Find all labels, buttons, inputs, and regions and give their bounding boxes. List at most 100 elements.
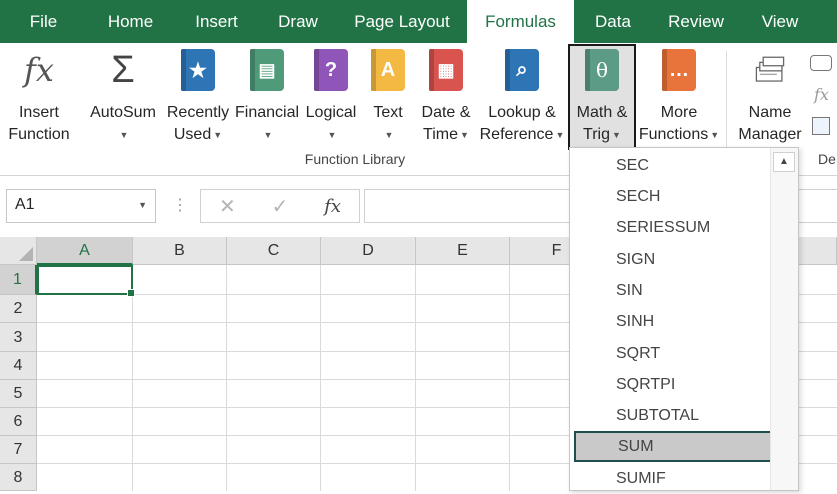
math-trig-label-2: Trig [583, 126, 611, 144]
date-time-button[interactable]: ▦ Date & Time ▼ [416, 49, 476, 146]
text-label: Text [373, 104, 403, 121]
name-manager-button[interactable]: Name Manager [732, 49, 808, 146]
tab-data[interactable]: Data [574, 0, 652, 43]
enter-icon[interactable]: ✓ [272, 194, 289, 219]
gridline [132, 265, 133, 491]
column-header-c[interactable]: C [227, 237, 321, 265]
name-box-value: A1 [15, 196, 35, 213]
more-functions-label-1: More [660, 104, 698, 121]
insert-function-button[interactable]: fx Insert Function [4, 49, 74, 146]
recently-used-label-2: Used [173, 126, 212, 144]
chevron-down-icon: ▼ [263, 130, 273, 140]
autosum-button[interactable]: Σ AutoSum ▼ [84, 49, 162, 146]
create-from-selection-icon[interactable] [812, 117, 830, 135]
more-book-icon: … [662, 49, 696, 91]
name-box[interactable]: A1 ▼ [6, 189, 156, 223]
function-item-sum[interactable]: SUM [574, 431, 774, 462]
defined-names-group-label: De [818, 151, 836, 167]
chevron-down-icon: ▼ [555, 130, 565, 140]
chevron-down-icon: ▼ [327, 130, 337, 140]
date-time-label-2: Time [423, 126, 459, 144]
tab-review[interactable]: Review [652, 0, 740, 43]
coins-book-icon: ▤ [250, 49, 284, 91]
function-item-sin[interactable]: SIN [574, 275, 774, 306]
gridline [226, 265, 227, 491]
column-header-b[interactable]: B [133, 237, 227, 265]
dropdown-scrollbar[interactable]: ▲ [770, 148, 798, 490]
tab-insert[interactable]: Insert [174, 0, 259, 43]
chevron-down-icon: ▼ [612, 130, 621, 140]
calendar-book-icon: ▦ [429, 49, 463, 91]
row-header-6[interactable]: 6 [0, 408, 37, 436]
row-header-5[interactable]: 5 [0, 380, 37, 408]
row-header-1[interactable]: 1 [0, 265, 37, 295]
question-book-icon: ? [314, 49, 348, 91]
function-item-sinh[interactable]: SINH [574, 306, 774, 337]
lookup-reference-label-2: Reference [479, 126, 554, 144]
chevron-down-icon: ▼ [384, 130, 394, 140]
recently-used-label-1: Recently [166, 104, 230, 121]
chevron-down-icon: ▼ [710, 130, 720, 140]
tab-page-layout[interactable]: Page Layout [337, 0, 467, 43]
function-item-sech[interactable]: SECH [574, 181, 774, 212]
fx-icon: fx [24, 51, 54, 89]
function-item-seriessum[interactable]: SERIESSUM [574, 212, 774, 243]
name-manager-icon [753, 49, 787, 91]
formula-buttons: ✕ ✓ fx [200, 189, 360, 223]
function-item-sec[interactable]: SEC [574, 150, 774, 181]
use-in-formula-icon[interactable]: fx [814, 85, 829, 104]
cancel-icon[interactable]: ✕ [219, 194, 236, 219]
select-all-button[interactable] [0, 237, 37, 265]
function-item-sqrt[interactable]: SQRT [574, 338, 774, 369]
chevron-down-icon[interactable]: ▼ [138, 200, 147, 210]
lookup-reference-label-1: Lookup & [488, 104, 556, 121]
column-header-d[interactable]: D [321, 237, 416, 265]
row-header-3[interactable]: 3 [0, 323, 37, 352]
function-item-sign[interactable]: SIGN [574, 244, 774, 275]
recently-used-button[interactable]: ★ Recently Used ▼ [163, 49, 233, 146]
sigma-icon: Σ [111, 48, 135, 91]
logical-button[interactable]: ? Logical ▼ [301, 49, 361, 146]
star-book-icon: ★ [181, 49, 215, 91]
active-cell-a1[interactable] [37, 265, 135, 297]
define-name-icon[interactable] [810, 55, 832, 71]
name-manager-label-2: Manager [738, 126, 802, 143]
lookup-reference-button[interactable]: ⌕ Lookup & Reference ▼ [478, 49, 566, 146]
chevron-down-icon: ▼ [213, 130, 223, 140]
column-header-a[interactable]: A [37, 237, 133, 265]
text-book-icon: A [371, 49, 405, 91]
scroll-up-icon[interactable]: ▲ [773, 152, 795, 172]
gridline [320, 265, 321, 491]
more-functions-button[interactable]: … More Functions ▼ [636, 49, 722, 146]
column-header-e[interactable]: E [416, 237, 510, 265]
insert-function-icon[interactable]: fx [324, 196, 341, 217]
function-item-sqrtpi[interactable]: SQRTPI [574, 369, 774, 400]
row-header-4[interactable]: 4 [0, 352, 37, 380]
gridline [415, 265, 416, 491]
row-header-7[interactable]: 7 [0, 436, 37, 464]
function-item-subtotal[interactable]: SUBTOTAL [574, 400, 774, 431]
financial-label: Financial [234, 104, 300, 121]
row-header-8[interactable]: 8 [0, 464, 37, 491]
tab-draw[interactable]: Draw [259, 0, 337, 43]
chevron-down-icon: ▼ [460, 130, 469, 140]
financial-button[interactable]: ▤ Financial ▼ [233, 49, 301, 146]
tab-home[interactable]: Home [87, 0, 174, 43]
row-header-2[interactable]: 2 [0, 295, 37, 323]
insert-function-label-1: Insert [18, 104, 59, 121]
chevron-down-icon: ▼ [119, 130, 129, 140]
math-trig-button[interactable]: θ Math & Trig ▼ [568, 44, 636, 150]
menu-bar: File Home Insert Draw Page Layout Formul… [0, 0, 837, 43]
insert-function-label-2: Function [8, 126, 70, 143]
text-button[interactable]: A Text ▼ [364, 49, 412, 146]
function-item-sumif[interactable]: SUMIF [574, 463, 774, 494]
magnifier-book-icon: ⌕ [505, 49, 539, 91]
tab-formulas[interactable]: Formulas [467, 0, 574, 43]
date-time-label-1: Date & [421, 104, 471, 121]
name-manager-label-1: Name [748, 104, 792, 121]
autosum-label: AutoSum [90, 104, 156, 121]
drag-handle-icon[interactable]: ⋮ [172, 195, 188, 215]
tab-view[interactable]: View [740, 0, 820, 43]
more-functions-label-2: Functions [638, 126, 709, 144]
tab-file[interactable]: File [0, 0, 87, 43]
